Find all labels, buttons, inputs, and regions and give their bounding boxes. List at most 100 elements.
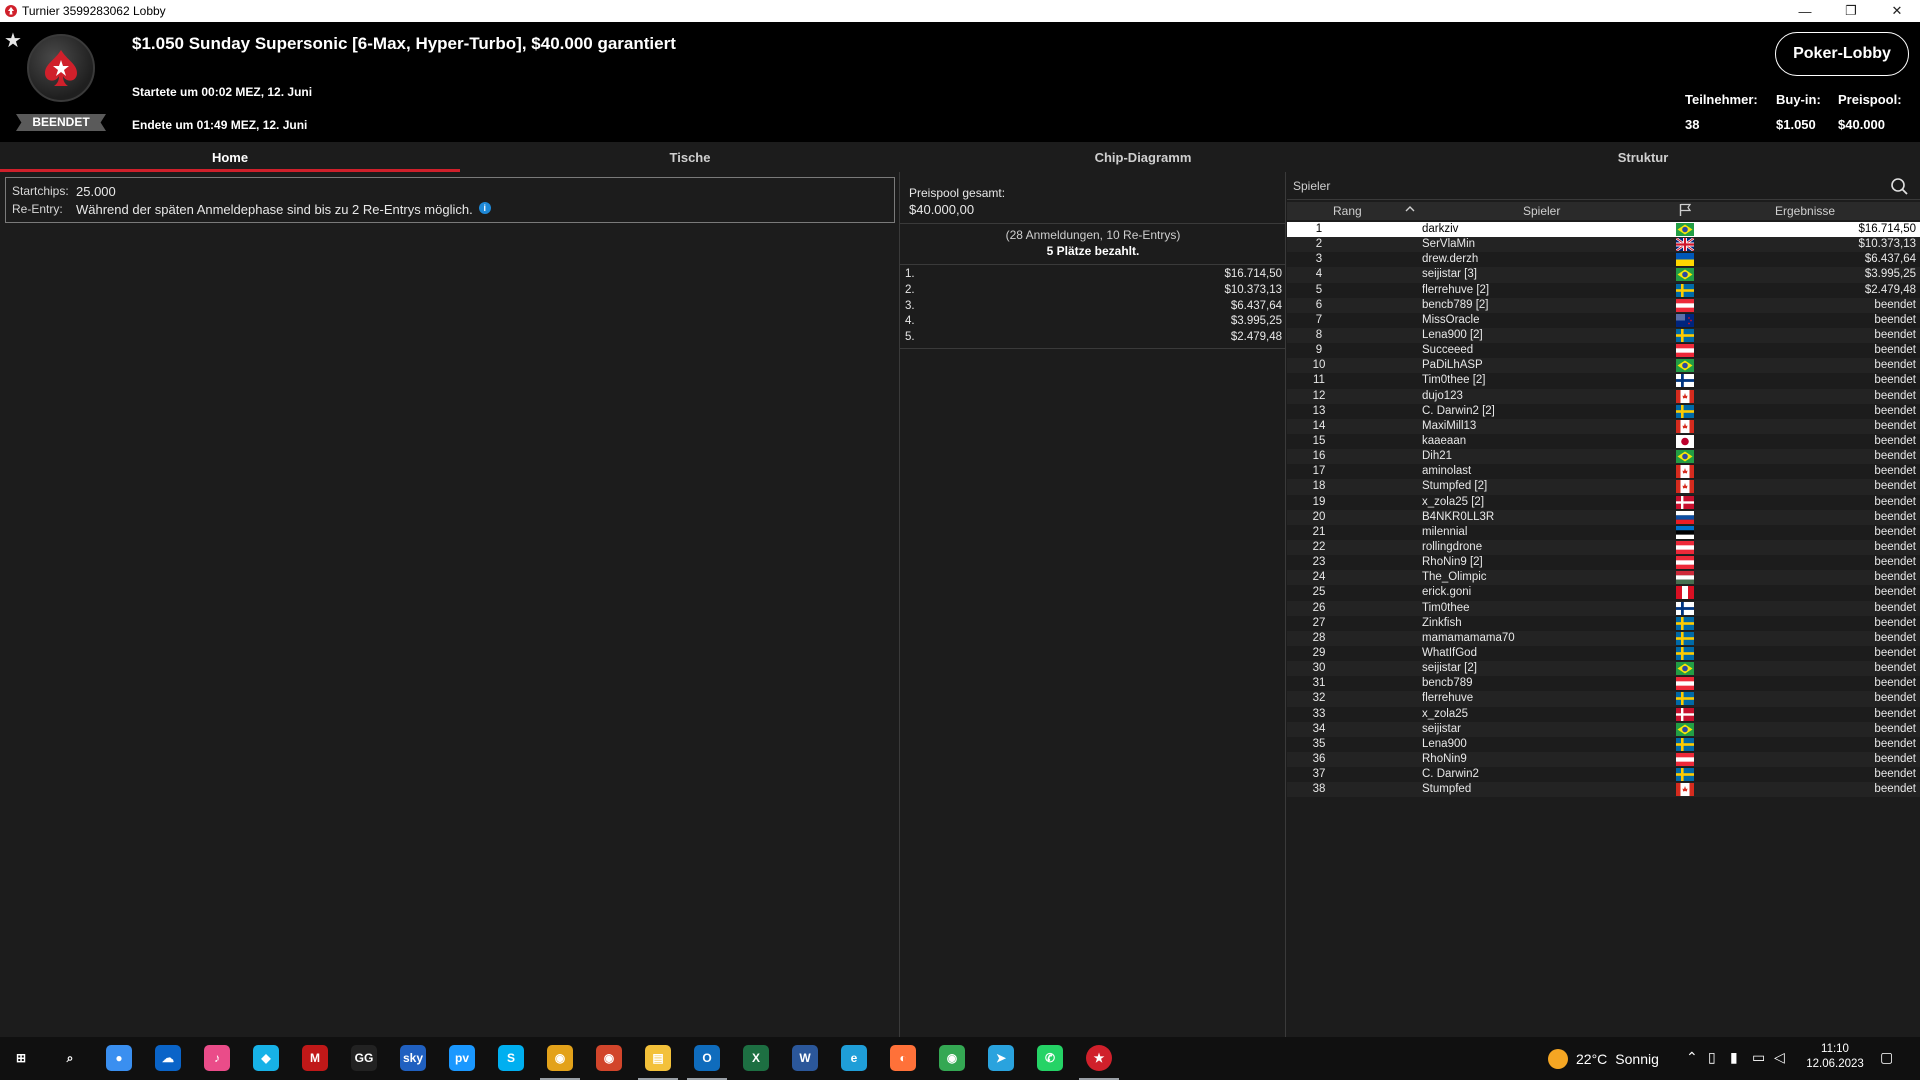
player-row[interactable]: 4 seijistar [3] $3.995,25 <box>1287 267 1920 283</box>
cortana-icon[interactable]: ● <box>106 1045 132 1071</box>
player-row[interactable]: 20 B4NKR0LL3R beendet <box>1287 509 1920 525</box>
player-row[interactable]: 31 bencb789 beendet <box>1287 676 1920 692</box>
column-header-rank[interactable]: Rang <box>1333 204 1362 218</box>
player-row[interactable]: 11 Tim0thee [2] beendet <box>1287 373 1920 389</box>
maximize-button[interactable]: ❐ <box>1828 0 1874 22</box>
player-row[interactable]: 37 C. Darwin2 beendet <box>1287 767 1920 783</box>
chrome-icon[interactable]: ◉ <box>547 1045 573 1071</box>
mcafee-icon[interactable]: M <box>302 1045 328 1071</box>
tray-usb-icon[interactable]: ▮ <box>1730 1049 1738 1066</box>
excel-icon[interactable]: X <box>743 1045 769 1071</box>
tray-volume-icon[interactable]: ◁ <box>1774 1049 1785 1066</box>
column-header-result[interactable]: Ergebnisse <box>1775 204 1835 218</box>
column-header-player[interactable]: Spieler <box>1523 204 1560 218</box>
player-row[interactable]: 35 Lena900 beendet <box>1287 736 1920 752</box>
search-icon[interactable] <box>1890 177 1908 195</box>
player-name: Stumpfed [2] <box>1422 480 1488 493</box>
player-row[interactable]: 28 mamamamama70 beendet <box>1287 630 1920 646</box>
player-row[interactable]: 1 darkziv $16.714,50 <box>1287 222 1920 238</box>
search-icon[interactable]: ⌕ <box>57 1045 83 1071</box>
player-row[interactable]: 18 Stumpfed [2] beendet <box>1287 479 1920 495</box>
telegram-icon[interactable]: ➤ <box>988 1045 1014 1071</box>
player-row[interactable]: 29 WhatIfGod beendet <box>1287 645 1920 662</box>
player-row[interactable]: 6 bencb789 [2] beendet <box>1287 297 1920 313</box>
edge-icon[interactable]: e <box>841 1045 867 1071</box>
player-row[interactable]: 33 x_zola25 beendet <box>1287 706 1920 722</box>
chrome-alt-icon[interactable]: ◉ <box>939 1045 965 1071</box>
player-row[interactable]: 36 RhoNin9 beendet <box>1287 751 1920 768</box>
start-icon[interactable]: ⊞ <box>8 1045 34 1071</box>
onedrive-icon[interactable]: ☁ <box>155 1045 181 1071</box>
weather-widget[interactable]: 22°C Sonnig <box>1548 1049 1659 1069</box>
sort-ascending-icon[interactable] <box>1405 203 1415 217</box>
player-row[interactable]: 32 flerrehuve beendet <box>1287 691 1920 707</box>
taskbar-clock[interactable]: 11:10 12.06.2023 <box>1805 1043 1865 1070</box>
firefox-icon[interactable]: ◐ <box>890 1045 916 1071</box>
tab-home[interactable]: Home <box>0 142 460 172</box>
player-rank: 11 <box>1313 374 1325 387</box>
player-row[interactable]: 10 PaDiLhASP beendet <box>1287 358 1920 374</box>
pokerstars-icon[interactable]: ★ <box>1086 1045 1112 1071</box>
player-row[interactable]: 38 Stumpfed beendet <box>1287 782 1920 798</box>
player-row[interactable]: 24 The_Olimpic beendet <box>1287 570 1920 586</box>
player-row[interactable]: 27 Zinkfish beendet <box>1287 615 1920 631</box>
chrome-profile-icon[interactable]: ◉ <box>596 1045 622 1071</box>
sky-go-icon[interactable]: sky <box>400 1045 426 1071</box>
player-row[interactable]: 17 aminolast beendet <box>1287 464 1920 480</box>
country-flag-icon <box>1676 783 1694 797</box>
file-explorer-icon[interactable]: ▤ <box>645 1045 671 1071</box>
player-row[interactable]: 30 seijistar [2] beendet <box>1287 661 1920 677</box>
player-rank: 19 <box>1312 495 1326 508</box>
player-row[interactable]: 21 milennial beendet <box>1287 524 1920 540</box>
player-row[interactable]: 25 erick.goni beendet <box>1287 585 1920 601</box>
tray-chevron-icon[interactable]: ⌃ <box>1686 1049 1698 1066</box>
player-row[interactable]: 12 dujo123 beendet <box>1287 388 1920 404</box>
player-result: beendet <box>1874 495 1916 508</box>
player-search-input[interactable] <box>1293 177 1873 195</box>
info-icon[interactable]: i <box>478 202 491 214</box>
player-name: dujo123 <box>1422 389 1463 402</box>
prime-video-icon[interactable]: pv <box>449 1045 475 1071</box>
kodi-icon[interactable]: ◆ <box>253 1045 279 1071</box>
player-rank: 30 <box>1312 662 1326 675</box>
player-row[interactable]: 22 rollingdrone beendet <box>1287 539 1920 556</box>
player-row[interactable]: 14 MaxiMill13 beendet <box>1287 418 1920 434</box>
skype-icon[interactable]: S <box>498 1045 524 1071</box>
poker-lobby-button[interactable]: Poker-Lobby <box>1775 32 1909 76</box>
tab-tables[interactable]: Tische <box>460 142 920 172</box>
player-row[interactable]: 23 RhoNin9 [2] beendet <box>1287 555 1920 571</box>
minimize-button[interactable]: — <box>1782 0 1828 22</box>
outlook-icon[interactable]: O <box>694 1045 720 1071</box>
player-row[interactable]: 19 x_zola25 [2] beendet <box>1287 494 1920 510</box>
player-row[interactable]: 9 Succeeed beendet <box>1287 343 1920 359</box>
gg-poker-icon[interactable]: GG <box>351 1045 377 1071</box>
notification-icon[interactable]: ▢ <box>1880 1049 1893 1066</box>
player-rank: 14 <box>1312 419 1326 432</box>
player-result: beendet <box>1874 722 1916 735</box>
itunes-icon[interactable]: ♪ <box>204 1045 230 1071</box>
player-row[interactable]: 3 drew.derzh $6.437,64 <box>1287 252 1920 268</box>
player-row[interactable]: 16 Dih21 beendet <box>1287 449 1920 465</box>
tab-structure[interactable]: Struktur <box>1366 142 1920 172</box>
tray-device-icon[interactable]: ▯ <box>1708 1049 1716 1066</box>
player-row[interactable]: 26 Tim0thee beendet <box>1287 600 1920 616</box>
tab-chip-chart[interactable]: Chip-Diagramm <box>920 142 1366 172</box>
player-result: beendet <box>1874 540 1916 553</box>
country-flag-icon <box>1676 631 1694 645</box>
player-row[interactable]: 34 seijistar beendet <box>1287 721 1920 737</box>
player-row[interactable]: 2 SerVlaMin $10.373,13 <box>1287 237 1920 253</box>
player-row[interactable]: 13 C. Darwin2 [2] beendet <box>1287 403 1920 419</box>
player-rank: 20 <box>1312 510 1326 523</box>
word-icon[interactable]: W <box>792 1045 818 1071</box>
player-row[interactable]: 15 kaaeaan beendet <box>1287 433 1920 450</box>
player-row[interactable]: 8 Lena900 [2] beendet <box>1287 327 1920 344</box>
player-rank: 26 <box>1312 601 1326 614</box>
country-flag-header-icon[interactable] <box>1679 203 1692 220</box>
player-row[interactable]: 7 MissOracle beendet <box>1287 312 1920 328</box>
close-button[interactable]: ✕ <box>1874 0 1920 22</box>
player-row[interactable]: 5 flerrehuve [2] $2.479,48 <box>1287 282 1920 298</box>
whatsapp-icon[interactable]: ✆ <box>1037 1045 1063 1071</box>
pokerstars-app-icon <box>4 4 18 18</box>
tray-network-icon[interactable]: ▭ <box>1752 1049 1765 1066</box>
favorite-star-icon[interactable]: ★ <box>4 28 22 53</box>
